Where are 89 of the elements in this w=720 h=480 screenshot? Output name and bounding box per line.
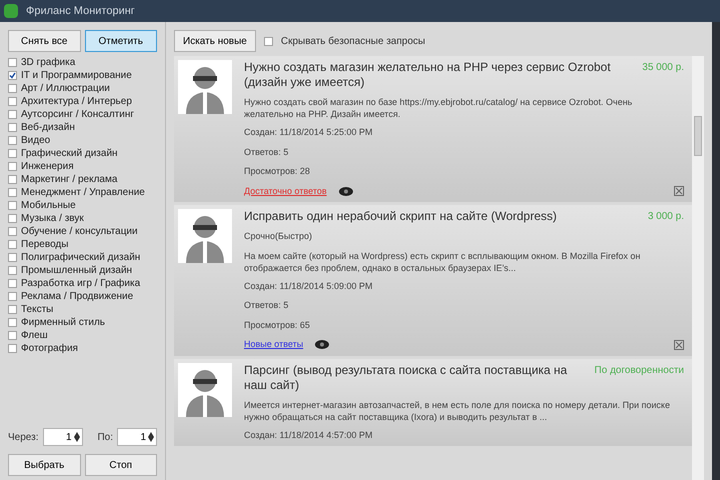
checkbox[interactable] (8, 344, 17, 353)
category-label[interactable]: Реклама / Продвижение (21, 289, 134, 304)
checkbox[interactable] (8, 227, 17, 236)
user-silhouette-icon (178, 60, 232, 114)
category-label[interactable]: Полиграфический дизайн (21, 250, 140, 265)
views-count: Просмотров: 65 (244, 318, 311, 332)
project-title[interactable]: Исправить один нерабочий скрипт на сайте (Wordpress) (244, 209, 557, 224)
checkbox[interactable] (8, 292, 17, 301)
project-description: Имеется интернет-магазин автозапчастей, в нем есть поле для поиска по номеру детали. При поиске нужно обращаться на сайт поставщика (Ixora) и выводить результат в ... (244, 398, 671, 422)
spinner-label: По: (97, 430, 113, 444)
checkbox[interactable] (8, 110, 17, 119)
toolbar-button[interactable]: Снять все (8, 30, 80, 52)
checkbox[interactable] (8, 149, 17, 158)
toolbar-button[interactable]: Отметить (84, 30, 157, 52)
category-label[interactable]: IT и Программирование (21, 68, 132, 83)
number-spinner[interactable]: 1 (42, 428, 82, 446)
user-silhouette-icon (178, 209, 232, 263)
category-label[interactable]: Менеджмент / Управление (21, 185, 145, 200)
category-label[interactable]: Маркетинг / реклама (21, 172, 118, 187)
checkbox[interactable] (8, 97, 17, 106)
scrollbar-thumb[interactable] (694, 116, 702, 156)
category-label[interactable]: Аутсорсинг / Консалтинг (21, 107, 134, 122)
project-title[interactable]: Нужно создать магазин желательно на PHP через сервис Ozrobot (дизайн уже имеется) (244, 60, 630, 90)
checkbox[interactable] (8, 214, 17, 223)
category-label[interactable]: Архитектура / Интерьер (21, 94, 132, 109)
action-button[interactable]: Выбрать (8, 454, 80, 476)
category-label[interactable]: Видео (21, 133, 50, 148)
category-label[interactable]: Инженерия (21, 159, 74, 174)
checkbox[interactable] (264, 36, 273, 46)
category-label[interactable]: Разработка игр / Графика (21, 276, 140, 291)
category-label[interactable]: Переводы (21, 237, 68, 252)
checkbox[interactable] (8, 123, 17, 132)
scrollbar[interactable] (692, 56, 704, 480)
created-date: Создан: 11/18/2014 5:25:00 PM (244, 126, 374, 139)
checkbox[interactable] (8, 136, 17, 145)
project-title[interactable]: Парсинг (вывод результата поиска с сайта поставщика на наш сайт) (244, 362, 582, 392)
project-description: Нужно создать свой магазин по базе https://my.ebjrobot.ru/catalog/ на сервисе Ozrobot. Очень желательно на PHP. Дизайн имеется. (244, 96, 634, 120)
project-description: На моем сайте (который на Wordpress) есть скрипт с всплывающим окном. В Mozilla Firefox он отображается без проблем, однако в остальных браузерах IE’s... (244, 250, 642, 274)
app-icon (4, 4, 18, 18)
up-arrow-icon[interactable] (148, 432, 154, 437)
search-new-button[interactable]: Искать новые (174, 30, 256, 52)
category-label[interactable]: 3D графика (21, 55, 76, 70)
checkbox[interactable] (8, 240, 17, 249)
down-arrow-icon[interactable] (74, 437, 80, 442)
category-label[interactable]: Графический дизайн (21, 146, 118, 161)
option-label[interactable]: Скрывать безопасные запросы (280, 34, 426, 48)
checkbox[interactable] (8, 331, 17, 340)
project-price: 35 000 р. (642, 61, 684, 75)
action-button[interactable]: Стоп (84, 454, 157, 476)
created-date: Создан: 11/18/2014 5:09:00 PM (244, 280, 374, 293)
check-icon (9, 72, 16, 79)
status-link[interactable]: Новые ответы (244, 338, 304, 352)
spinner-label: Через: (8, 430, 38, 444)
checkbox[interactable] (8, 318, 17, 327)
down-arrow-icon[interactable] (148, 437, 154, 442)
category-label[interactable]: Тексты (21, 302, 54, 317)
views-count: Просмотров: 28 (244, 165, 311, 178)
checkbox[interactable] (8, 201, 17, 210)
number-spinner[interactable]: 1 (117, 428, 157, 446)
category-label[interactable]: Промышленный дизайн (21, 263, 132, 278)
category-label[interactable]: Мобильные (21, 198, 76, 213)
checkbox[interactable] (8, 188, 17, 197)
category-label[interactable]: Музыка / звук (21, 211, 84, 226)
answers-count: Ответов: 5 (244, 299, 290, 312)
category-label[interactable]: Фирменный стиль (21, 315, 105, 330)
project-price: По договоренности (594, 364, 684, 378)
created-date: Создан: 11/18/2014 4:57:00 PM (244, 428, 374, 442)
checkbox[interactable] (8, 279, 17, 288)
checkbox[interactable] (8, 266, 17, 275)
checkbox[interactable] (8, 253, 17, 262)
checkbox[interactable] (8, 175, 17, 184)
window-title: Фриланс Мониторинг (26, 4, 135, 19)
checkbox[interactable] (8, 84, 17, 93)
answers-count: Ответов: 5 (244, 146, 290, 158)
category-label[interactable]: Фотография (21, 341, 78, 356)
project-subtitle: Срочно(Быстро) (244, 230, 313, 243)
category-label[interactable]: Веб-дизайн (21, 120, 75, 135)
user-silhouette-icon (178, 362, 232, 416)
project-price: 3 000 р. (648, 210, 684, 224)
checkbox[interactable] (8, 162, 17, 171)
eye-icon[interactable] (315, 340, 330, 350)
category-label[interactable]: Арт / Иллюстрации (21, 81, 110, 96)
up-arrow-icon[interactable] (74, 432, 80, 437)
checkbox[interactable] (8, 71, 17, 80)
checkbox[interactable] (8, 58, 17, 67)
eye-icon[interactable] (338, 186, 353, 196)
checkbox[interactable] (8, 305, 17, 314)
category-label[interactable]: Флеш (21, 328, 48, 343)
category-label[interactable]: Обучение / консультации (21, 224, 138, 239)
